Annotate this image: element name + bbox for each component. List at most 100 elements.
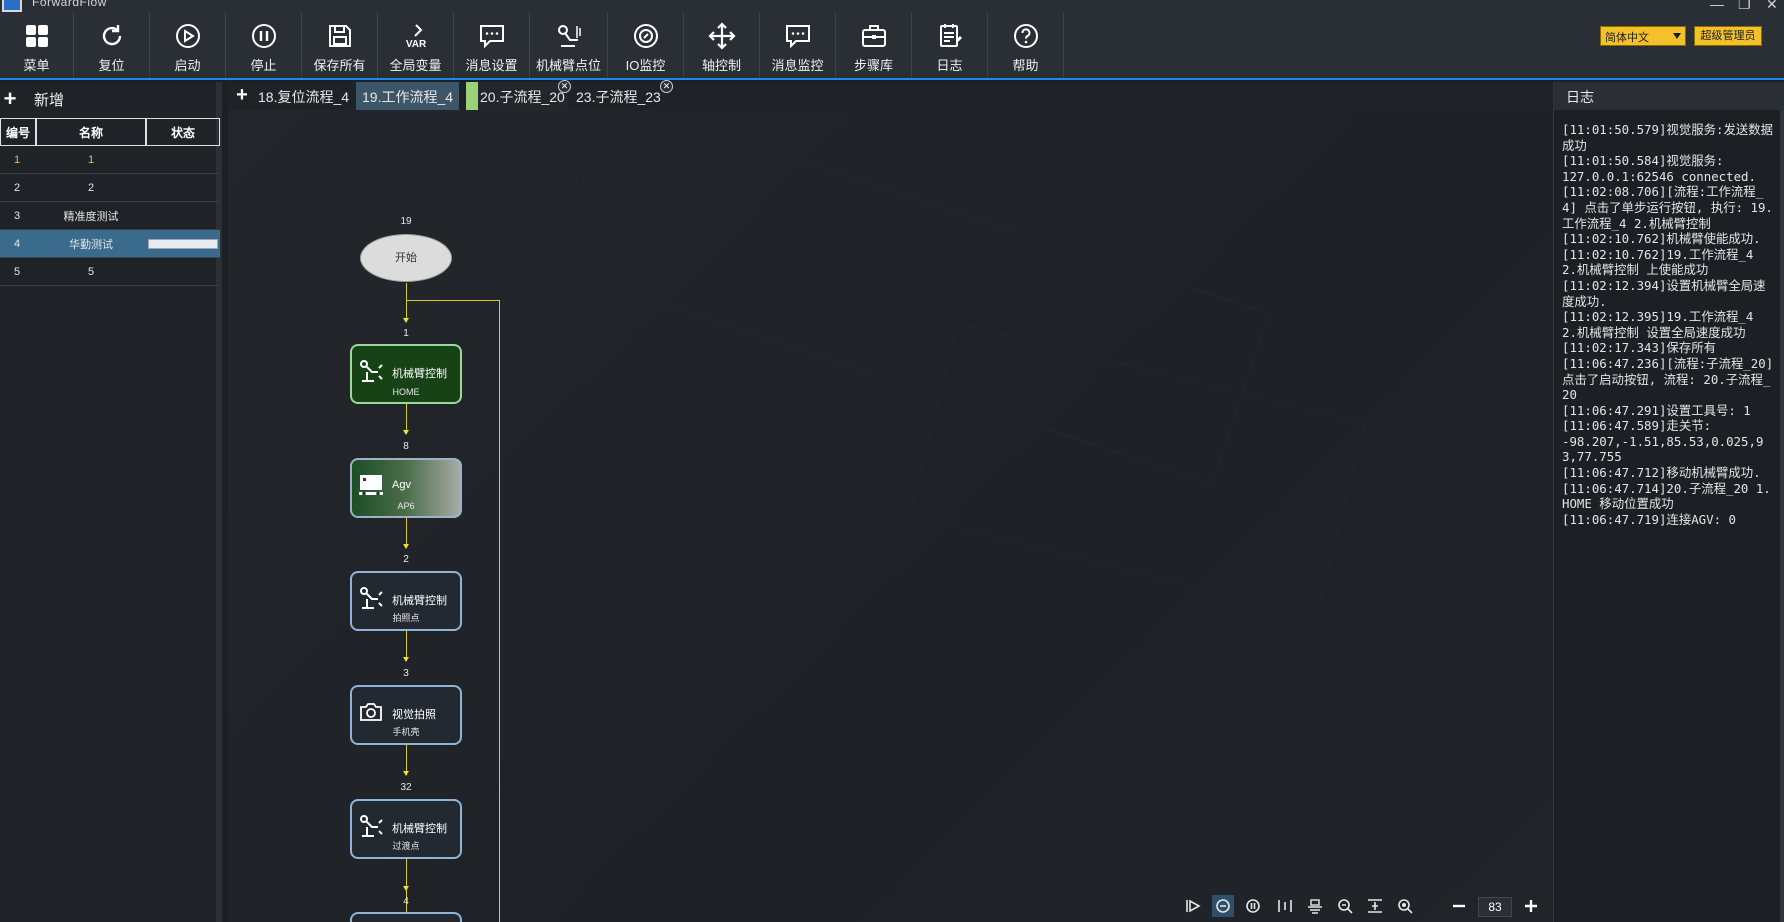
align-vertical-button[interactable]: [1274, 895, 1296, 917]
table-row[interactable]: 3 精准度测试: [0, 202, 220, 230]
plus-icon: +: [3, 86, 17, 111]
table-row-selected[interactable]: 4 华勤测试: [0, 230, 220, 258]
row-id: 1: [14, 153, 21, 166]
start-button[interactable]: 启动: [150, 12, 226, 78]
reset-label: 复位: [98, 58, 125, 73]
add-flow-button[interactable]: + 新增: [0, 82, 220, 116]
zoom-in-button[interactable]: [1520, 895, 1542, 917]
tab-subflow-20[interactable]: 20.子流程_20 ✕: [466, 80, 571, 110]
user-role-badge[interactable]: 超级管理员: [1694, 26, 1762, 46]
loop-connector-line: [499, 300, 500, 922]
axis-control-button[interactable]: 轴控制: [684, 12, 760, 78]
flow-table-header: 编号 名称 状态: [0, 118, 220, 146]
robot-arm-icon: [360, 587, 383, 609]
node-subtitle: 手机壳: [392, 727, 420, 737]
row-name: 5: [87, 265, 95, 278]
column-header-status[interactable]: 状态: [146, 118, 220, 146]
row-id: 2: [14, 181, 21, 194]
stop-button[interactable]: 停止: [226, 12, 302, 78]
node-number: 19: [400, 216, 412, 227]
language-select[interactable]: 简体中文: [1600, 26, 1686, 46]
background-shape: [910, 322, 1366, 618]
menu-button[interactable]: 菜单: [0, 12, 74, 78]
table-row[interactable]: 2 2: [0, 174, 220, 202]
node-number: 3: [403, 668, 409, 679]
row-status: [146, 258, 220, 285]
column-header-name[interactable]: 名称: [36, 118, 146, 146]
log-panel: 日志 [11:01:50.579]视觉服务:发送数据成功 [11:01:50.5…: [1553, 82, 1784, 922]
row-name: 精准度测试: [63, 210, 119, 223]
start-node[interactable]: 开始: [360, 234, 452, 282]
locate-icon: [1398, 899, 1413, 914]
language-value: 简体中文: [1605, 32, 1649, 44]
tab-label: 18.复位流程_4: [258, 89, 350, 105]
io-monitor-label: IO监控: [625, 58, 666, 73]
help-button[interactable]: 帮助: [988, 12, 1064, 78]
minimize-button[interactable]: —: [1710, 0, 1724, 12]
message-settings-icon: [479, 25, 504, 49]
robot-arm-points-button[interactable]: 机械臂点位: [530, 12, 608, 78]
table-row[interactable]: 5 5: [0, 258, 220, 286]
robot-arm-points-label: 机械臂点位: [535, 58, 601, 73]
robot-arm-icon: [360, 815, 383, 837]
log-scrollbar[interactable]: [1780, 110, 1784, 922]
zoom-fit-button[interactable]: [1334, 895, 1356, 917]
toolbox-icon: [861, 25, 886, 47]
save-all-button[interactable]: 保存所有: [302, 12, 378, 78]
tab-work-flow[interactable]: 19.工作流程_4: [356, 82, 460, 110]
node-title: 机械臂控制: [392, 595, 447, 607]
message-monitor-button[interactable]: 消息监控: [760, 12, 836, 78]
add-tab-button[interactable]: +: [232, 84, 252, 108]
play-icon: [175, 24, 200, 48]
close-tab-icon[interactable]: ✕: [660, 80, 673, 93]
log-button[interactable]: 日志: [912, 12, 988, 78]
align-horizontal-button[interactable]: [1304, 895, 1326, 917]
node-number: 32: [400, 782, 412, 793]
message-settings-button[interactable]: 消息设置: [454, 12, 530, 78]
distribute-button[interactable]: [1364, 895, 1386, 917]
tab-label: 23.子流程_23: [576, 89, 661, 105]
flow-node-robot-arm-photo[interactable]: 机械臂控制 拍照点: [350, 571, 462, 631]
node-number: 1: [403, 328, 409, 339]
flow-tabs: + 18.复位流程_4 19.工作流程_4 20.子流程_20 ✕ 23.子流程_…: [228, 80, 1553, 110]
step-library-button[interactable]: 步骤库: [836, 12, 912, 78]
align-horizontal-icon: [1308, 899, 1322, 914]
row-status: [146, 202, 220, 229]
chevron-down-icon: [1673, 33, 1681, 39]
window-title: ForwardFlow: [32, 0, 107, 9]
menu-label: 菜单: [23, 58, 50, 73]
title-bar: ForwardFlow — ❐ ✕: [0, 0, 1784, 12]
tab-reset-flow[interactable]: 18.复位流程_4: [252, 82, 355, 110]
app-icon: [2, 0, 22, 12]
reset-button[interactable]: 复位: [74, 12, 150, 78]
flow-node-robot-arm-transition[interactable]: 机械臂控制 过渡点: [350, 799, 462, 859]
column-header-id[interactable]: 编号: [0, 118, 36, 146]
locate-button[interactable]: [1394, 895, 1416, 917]
flow-list-panel: + 新增 编号 名称 状态 1 1 2 2 3 精准度测试 4 华勤测试 5 5: [0, 82, 222, 922]
stop-run-button[interactable]: [1212, 895, 1234, 917]
flow-node-partial[interactable]: [350, 912, 462, 922]
step-library-label: 步骤库: [853, 58, 893, 73]
node-number: 4: [403, 896, 409, 907]
tab-subflow-23[interactable]: 23.子流程_23 ✕: [570, 80, 673, 110]
zoom-level[interactable]: 83: [1478, 897, 1512, 917]
align-vertical-icon: [1278, 900, 1292, 912]
flow-node-robot-arm-home[interactable]: 机械臂控制 HOME: [350, 344, 462, 404]
help-label: 帮助: [1012, 58, 1039, 73]
global-vars-button[interactable]: VAR 全局变量: [378, 12, 454, 78]
flow-node-agv[interactable]: Agv AP6: [350, 458, 462, 518]
agv-icon: [359, 475, 383, 496]
axis-control-label: 轴控制: [701, 58, 741, 73]
tab-label: 19.工作流程_4: [362, 89, 454, 105]
pause-run-button[interactable]: [1242, 895, 1264, 917]
minus-icon: [1453, 904, 1465, 908]
flow-node-vision-capture[interactable]: 视觉拍照 手机壳: [350, 685, 462, 745]
row-id: 5: [14, 265, 21, 278]
flow-canvas[interactable]: 19 开始 1 机械臂控制 HOME 8 Agv AP6 2 机械臂控制 拍照点…: [228, 110, 1553, 922]
zoom-out-button[interactable]: [1448, 895, 1470, 917]
io-monitor-button[interactable]: IO监控: [608, 12, 684, 78]
connector-arrow: [403, 318, 409, 323]
table-row[interactable]: 1 1: [0, 146, 220, 174]
step-run-button[interactable]: [1182, 895, 1204, 917]
connector-arrow: [403, 544, 409, 549]
